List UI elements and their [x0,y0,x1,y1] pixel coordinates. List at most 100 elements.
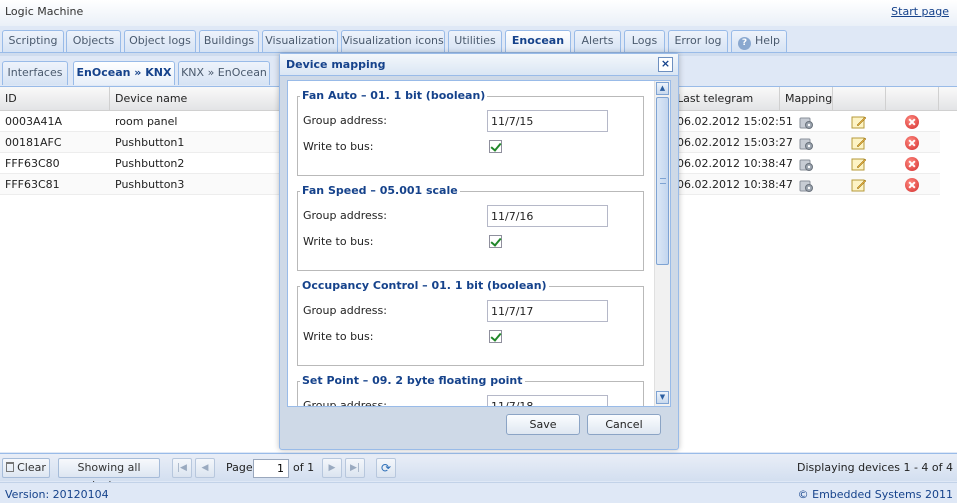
delete-icon[interactable] [905,115,919,129]
cell-id: FFF63C80 [5,157,60,170]
cell-last-telegram: 06.02.2012 15:02:51 [677,115,793,128]
mapping-section-set-point: Set Point – 09. 2 byte floating point Gr… [297,374,644,407]
tab-visualization[interactable]: Visualization [262,30,338,52]
refresh-icon[interactable]: ⟳ [376,458,396,478]
mapping-section-occupancy-control: Occupancy Control – 01. 1 bit (boolean) … [297,279,644,366]
edit-pencil-icon[interactable] [851,156,867,172]
cell-id: FFF63C81 [5,178,60,191]
cell-last-telegram: 06.02.2012 10:38:47 [677,157,793,170]
trash-icon [6,462,15,472]
tab-help[interactable]: ? Help [731,30,787,52]
scroll-grip-icon [660,178,666,184]
group-address-label: Group address: [303,399,387,407]
cell-id: 00181AFC [5,136,62,149]
tab-scripting[interactable]: Scripting [2,30,64,52]
tab-visualization-icons[interactable]: Visualization icons [341,30,445,52]
write-to-bus-checkbox[interactable] [489,235,502,248]
save-button[interactable]: Save [506,414,580,435]
delete-icon[interactable] [905,136,919,150]
page-of-label: of 1 [293,461,315,474]
app-titlebar: Logic Machine Start page [0,0,957,26]
displaying-count: Displaying devices 1 - 4 of 4 [797,461,953,474]
mapping-gear-icon[interactable] [798,177,814,193]
cell-device-name: Pushbutton2 [115,157,185,170]
group-address-label: Group address: [303,114,387,127]
tab-objects[interactable]: Objects [66,30,121,52]
tab-enocean[interactable]: Enocean [505,30,571,53]
mapping-gear-icon[interactable] [798,114,814,130]
group-address-input[interactable] [487,110,608,132]
scroll-down-icon[interactable]: ▼ [656,391,669,404]
cell-id: 0003A41A [5,115,63,128]
section-title: Occupancy Control – 01. 1 bit (boolean) [300,279,549,292]
page-number-input[interactable] [253,459,289,478]
clear-button[interactable]: Clear [2,458,50,478]
col-header-device-name[interactable]: Device name [110,87,280,111]
subtab-enocean-knx[interactable]: EnOcean » KNX [73,61,175,85]
section-title: Fan Auto – 01. 1 bit (boolean) [300,89,488,102]
subtab-interfaces[interactable]: Interfaces [2,61,68,85]
write-to-bus-checkbox[interactable] [489,330,502,343]
prev-page-icon[interactable]: ◀ [195,458,215,478]
cell-last-telegram: 06.02.2012 15:03:27 [677,136,793,149]
dialog-body: Fan Auto – 01. 1 bit (boolean) Group add… [287,80,671,407]
cancel-button[interactable]: Cancel [587,414,661,435]
close-icon[interactable]: × [658,57,673,72]
delete-icon[interactable] [905,157,919,171]
version-text: Version: 20120104 [5,488,109,501]
showing-all-devices-button[interactable]: Showing all devices [58,458,160,492]
edit-pencil-icon[interactable] [851,135,867,151]
mapping-section-fan-speed: Fan Speed – 05.001 scale Group address: … [297,184,644,271]
scroll-thumb[interactable] [656,97,669,265]
help-icon: ? [737,37,751,50]
tab-alerts[interactable]: Alerts [574,30,621,52]
subtab-knx-enocean[interactable]: KNX » EnOcean [178,61,270,85]
write-to-bus-label: Write to bus: [303,140,374,153]
grid-toolbar: Clear Showing all devices |◀ ◀ Page of 1… [0,453,957,492]
edit-pencil-icon[interactable] [851,114,867,130]
mapping-gear-icon[interactable] [798,135,814,151]
dialog-header[interactable]: Device mapping × [280,54,678,76]
dialog-title: Device mapping [286,58,386,71]
group-address-input[interactable] [487,205,608,227]
col-header-last-telegram[interactable]: Last telegram [672,87,780,111]
cell-device-name: Pushbutton1 [115,136,185,149]
mapping-section-fan-auto: Fan Auto – 01. 1 bit (boolean) Group add… [297,89,644,176]
group-address-label: Group address: [303,209,387,222]
app-title: Logic Machine [5,5,84,18]
write-to-bus-checkbox[interactable] [489,140,502,153]
cell-device-name: room panel [115,115,178,128]
group-address-label: Group address: [303,304,387,317]
section-title: Fan Speed – 05.001 scale [300,184,460,197]
tab-object-logs[interactable]: Object logs [124,30,196,52]
group-address-input[interactable] [487,300,608,322]
start-page-link[interactable]: Start page [891,5,949,18]
write-to-bus-label: Write to bus: [303,330,374,343]
tab-logs[interactable]: Logs [624,30,665,52]
mapping-gear-icon[interactable] [798,156,814,172]
col-header-mapping[interactable]: Mapping [780,87,833,111]
dialog-scrollbar[interactable]: ▲ ▼ [654,81,670,406]
device-mapping-dialog: Device mapping × Fan Auto – 01. 1 bit (b… [279,53,679,450]
cell-device-name: Pushbutton3 [115,178,185,191]
status-footer: Version: 20120104 © Embedded Systems 201… [0,482,957,503]
edit-pencil-icon[interactable] [851,177,867,193]
copyright-text: © Embedded Systems 2011 [797,488,953,501]
col-header-edit [833,87,886,111]
main-tabbar: Scripting Objects Object logs Buildings … [0,28,957,53]
tab-buildings[interactable]: Buildings [199,30,259,52]
page-label: Page [226,461,253,474]
delete-icon[interactable] [905,178,919,192]
first-page-icon[interactable]: |◀ [172,458,192,478]
tab-error-log[interactable]: Error log [668,30,728,52]
col-header-delete [886,87,939,111]
write-to-bus-label: Write to bus: [303,235,374,248]
last-page-icon[interactable]: ▶| [345,458,365,478]
cell-last-telegram: 06.02.2012 10:38:47 [677,178,793,191]
tab-utilities[interactable]: Utilities [448,30,502,52]
group-address-input[interactable] [487,395,608,406]
col-header-id[interactable]: ID [0,87,110,111]
scroll-up-icon[interactable]: ▲ [656,82,669,95]
next-page-icon[interactable]: ▶ [322,458,342,478]
section-title: Set Point – 09. 2 byte floating point [300,374,525,387]
